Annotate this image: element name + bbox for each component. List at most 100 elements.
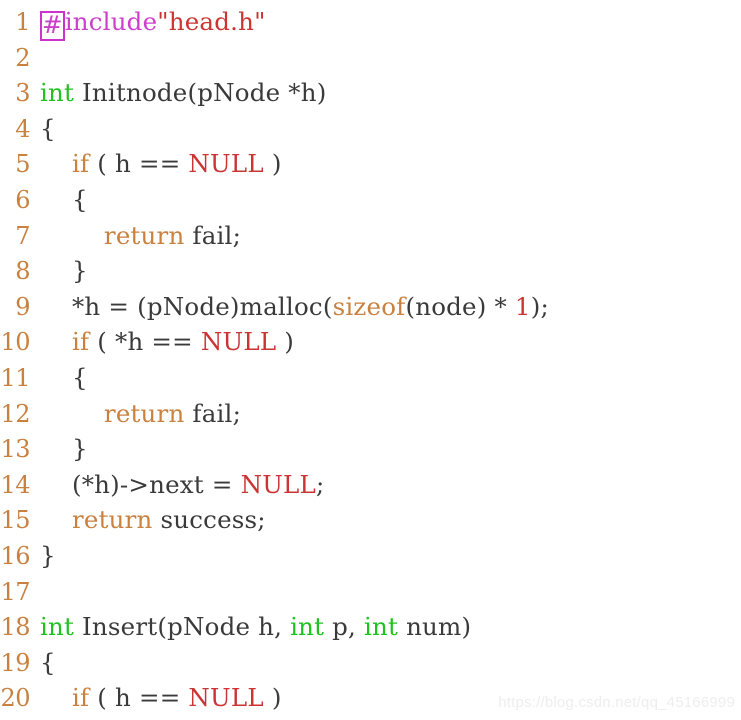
code-line-content[interactable]: if ( h == NULL ): [30, 680, 282, 716]
code-token: int: [40, 78, 75, 108]
code-line[interactable]: 8 }: [0, 253, 741, 289]
code-token: p,: [324, 612, 365, 642]
code-line[interactable]: 13 }: [0, 431, 741, 467]
code-token: int: [290, 612, 325, 642]
code-token: {: [40, 184, 88, 214]
code-token: NULL: [200, 327, 277, 357]
code-token: ;: [316, 469, 325, 499]
line-number: 4: [15, 114, 30, 143]
code-line-content[interactable]: {: [30, 360, 88, 396]
code-token: ): [276, 327, 295, 357]
code-line[interactable]: 12 return fail;: [0, 396, 741, 432]
code-editor[interactable]: 1 #include"head.h" 2 3 int Initnode(pNode *…: [0, 0, 741, 720]
code-token: ): [263, 683, 282, 713]
code-line-content[interactable]: #include"head.h": [30, 4, 266, 41]
code-line-content[interactable]: if ( h == NULL ): [30, 146, 282, 182]
code-token: NULL: [188, 149, 264, 179]
code-token: 1: [514, 291, 531, 321]
code-token: *h = (pNode)malloc(: [40, 291, 333, 321]
code-token: if: [71, 327, 90, 357]
code-token: ( h ==: [89, 149, 189, 179]
code-line[interactable]: 1 #include"head.h": [0, 4, 741, 41]
code-token: (node) *: [405, 291, 515, 321]
code-line[interactable]: 19 {: [0, 645, 741, 681]
line-number: 6: [15, 185, 30, 214]
text-cursor[interactable]: #: [40, 11, 65, 41]
line-number: 19: [0, 648, 30, 677]
line-number: 13: [0, 435, 30, 464]
code-line-content[interactable]: *h = (pNode)malloc(sizeof(node) * 1);: [30, 289, 549, 325]
code-token: NULL: [240, 469, 316, 499]
code-token: include: [64, 7, 158, 36]
code-line-content[interactable]: return success;: [30, 502, 266, 538]
code-line-content[interactable]: [30, 574, 48, 610]
line-number: 11: [0, 363, 30, 392]
code-token: success;: [152, 505, 266, 535]
line-number: 18: [0, 613, 30, 642]
line-number: 7: [15, 221, 30, 250]
code-line[interactable]: 4{: [0, 111, 741, 147]
code-line[interactable]: 15 return success;: [0, 502, 741, 538]
code-line-content[interactable]: (*h)->next = NULL;: [30, 467, 324, 503]
code-token: Insert(pNode h,: [74, 612, 291, 642]
line-number: 5: [15, 150, 30, 179]
code-line-content[interactable]: int Initnode(pNode *h): [30, 75, 327, 111]
code-line[interactable]: 9 *h = (pNode)malloc(sizeof(node) * 1);: [0, 289, 741, 325]
code-line[interactable]: 7 return fail;: [0, 218, 741, 254]
code-line[interactable]: 18 int Insert(pNode h, int p, int num): [0, 609, 741, 645]
code-line-content[interactable]: {: [30, 645, 56, 681]
code-token: return: [71, 505, 153, 535]
code-line[interactable]: 5 if ( h == NULL ): [0, 146, 741, 182]
line-number: 9: [15, 292, 30, 321]
code-line-content[interactable]: }: [30, 253, 88, 289]
line-number: 10: [0, 328, 30, 357]
code-line-content[interactable]: }: [30, 431, 88, 467]
code-token: if: [71, 149, 90, 179]
code-token: int: [40, 612, 75, 642]
line-number: 1: [15, 8, 30, 36]
code-token: }: [40, 540, 56, 570]
line-number: 14: [0, 470, 30, 499]
code-token: sizeof: [332, 291, 406, 321]
code-line[interactable]: 16}: [0, 538, 741, 574]
code-line-content[interactable]: return fail;: [30, 396, 241, 432]
code-token: ): [263, 149, 282, 179]
line-number: 16: [0, 541, 30, 570]
line-number: 3: [15, 79, 30, 108]
code-token: Initnode(pNode *h): [74, 78, 327, 108]
code-token: ( h ==: [89, 683, 189, 713]
code-line-content[interactable]: }: [30, 538, 56, 574]
code-line-content[interactable]: [30, 40, 48, 76]
code-line[interactable]: 10 if ( *h == NULL ): [0, 324, 741, 360]
code-token: {: [40, 362, 88, 392]
code-line[interactable]: 11 {: [0, 360, 741, 396]
code-lines-container[interactable]: 1 #include"head.h" 2 3 int Initnode(pNode *…: [0, 0, 741, 716]
code-line-content[interactable]: if ( *h == NULL ): [30, 324, 294, 360]
line-number: 15: [0, 506, 30, 535]
code-line[interactable]: 17: [0, 574, 741, 610]
line-number: 2: [15, 43, 30, 72]
csdn-watermark: https://blog.csdn.net/qq_45166999: [498, 694, 735, 711]
line-number: 8: [15, 257, 30, 286]
code-token: );: [530, 291, 549, 321]
code-token: {: [40, 113, 56, 143]
code-line[interactable]: 3 int Initnode(pNode *h): [0, 75, 741, 111]
code-line-content[interactable]: int Insert(pNode h, int p, int num): [30, 609, 471, 645]
code-token: ( *h ==: [89, 327, 201, 357]
line-number: 17: [0, 577, 30, 606]
code-token: NULL: [188, 683, 264, 713]
code-line[interactable]: 2: [0, 40, 741, 76]
line-number: 20: [0, 684, 30, 713]
code-token: if: [71, 683, 90, 713]
code-line[interactable]: 6 {: [0, 182, 741, 218]
code-token: fail;: [184, 398, 242, 428]
code-line-content[interactable]: {: [30, 111, 56, 147]
code-token: fail;: [184, 220, 242, 250]
code-line-content[interactable]: {: [30, 182, 88, 218]
code-line-content[interactable]: return fail;: [30, 218, 241, 254]
code-line[interactable]: 14 (*h)->next = NULL;: [0, 467, 741, 503]
code-token: return: [103, 220, 185, 250]
